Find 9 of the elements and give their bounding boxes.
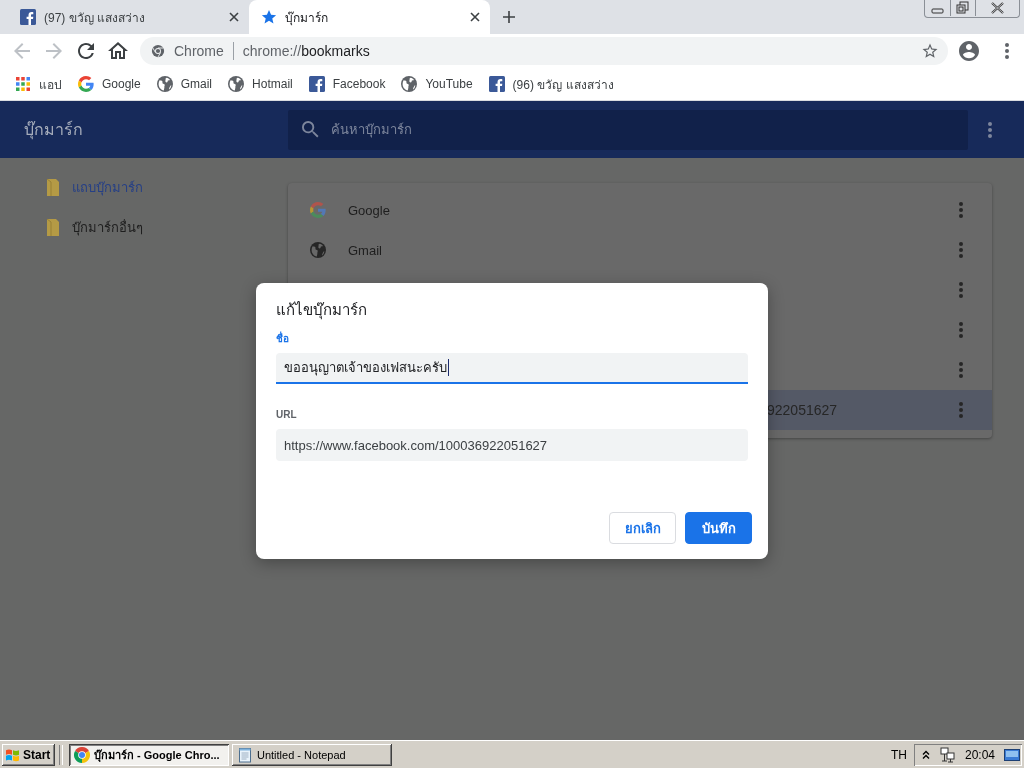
page-title: บุ๊กมาร์ก: [24, 121, 83, 138]
site-label: Chrome: [174, 43, 224, 59]
field-label: ชื่อ: [276, 331, 289, 346]
bookmark-title: 922051627: [767, 402, 838, 418]
bookmark-title: Google: [348, 202, 390, 218]
field-label: URL: [276, 408, 297, 422]
bookmark-title: Gmail: [348, 242, 382, 258]
dialog-title: แก้ไขบุ๊กมาร์ก: [276, 300, 367, 322]
url-text: chrome://bookmarks: [242, 43, 370, 59]
